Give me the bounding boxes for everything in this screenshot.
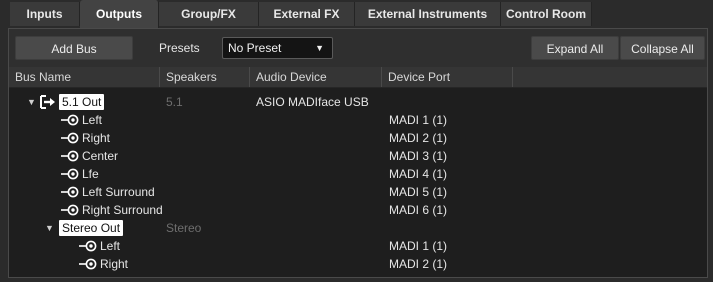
channel-row[interactable]: Center MADI 3 (1) [9, 147, 707, 165]
tab-external-instruments[interactable]: External Instruments [355, 2, 501, 26]
bus-speakers: 5.1 [166, 95, 183, 109]
channel-name: Right [82, 131, 111, 145]
device-port[interactable]: MADI 5 (1) [389, 183, 447, 201]
device-port[interactable]: MADI 4 (1) [389, 165, 447, 183]
port-connector-icon [61, 114, 79, 126]
table-header: Bus Name Speakers Audio Device Device Po… [9, 67, 707, 88]
device-port[interactable]: MADI 1 (1) [389, 111, 447, 129]
device-port[interactable]: MADI 1 (1) [389, 237, 447, 255]
channel-name: Lfe [82, 167, 99, 181]
outputs-panel: Add Bus Presets No Preset ▼ Expand All C… [8, 28, 708, 278]
port-connector-icon [79, 240, 97, 252]
output-arrow-icon [40, 95, 55, 109]
toolbar: Add Bus Presets No Preset ▼ Expand All C… [9, 29, 707, 67]
channel-row[interactable]: Right MADI 2 (1) [9, 129, 707, 147]
tab-bar: Inputs Outputs Group/FX External FX Exte… [0, 0, 713, 28]
channel-name: Right Surround [82, 203, 163, 217]
channel-row[interactable]: Right Surround MADI 6 (1) [9, 201, 707, 219]
column-header-device-port[interactable]: Device Port [382, 67, 513, 87]
preset-select[interactable]: No Preset ▼ [222, 37, 333, 59]
channel-row[interactable]: Right MADI 2 (1) [9, 255, 707, 273]
collapse-all-button[interactable]: Collapse All [620, 36, 705, 60]
tab-external-fx[interactable]: External FX [259, 2, 355, 26]
channel-name: Left [100, 239, 121, 253]
column-header-bus-name[interactable]: Bus Name [9, 67, 160, 87]
tab-outputs[interactable]: Outputs [80, 0, 159, 28]
port-connector-icon [61, 168, 79, 180]
expand-all-button[interactable]: Expand All [531, 36, 619, 60]
device-port[interactable]: MADI 3 (1) [389, 147, 447, 165]
channel-row[interactable]: Left Surround MADI 5 (1) [9, 183, 707, 201]
bus-speakers: Stereo [166, 221, 202, 235]
add-bus-button[interactable]: Add Bus [15, 36, 133, 60]
channel-row[interactable]: Lfe MADI 4 (1) [9, 165, 707, 183]
bus-name[interactable]: Stereo Out [59, 219, 124, 237]
bus-name[interactable]: 5.1 Out [59, 93, 105, 111]
tab-group-fx[interactable]: Group/FX [159, 2, 259, 26]
channel-row[interactable]: Left MADI 1 (1) [9, 111, 707, 129]
port-connector-icon [61, 132, 79, 144]
port-connector-icon [61, 150, 79, 162]
audio-device[interactable]: ASIO MADIface USB [256, 93, 369, 111]
tab-control-room[interactable]: Control Room [501, 2, 592, 26]
preset-value: No Preset [228, 41, 282, 55]
column-header-audio-device[interactable]: Audio Device [250, 67, 382, 87]
device-port[interactable]: MADI 2 (1) [389, 129, 447, 147]
triangle-down-icon[interactable]: ▼ [45, 219, 54, 237]
port-connector-icon [61, 204, 79, 216]
chevron-down-icon: ▼ [315, 43, 324, 53]
device-port[interactable]: MADI 6 (1) [389, 201, 447, 219]
channel-name: Right [100, 257, 129, 271]
port-connector-icon [61, 186, 79, 198]
device-port[interactable]: MADI 2 (1) [389, 255, 447, 273]
channel-name: Center [82, 149, 119, 163]
port-connector-icon [79, 258, 97, 270]
channel-row[interactable]: Left MADI 1 (1) [9, 237, 707, 255]
presets-label: Presets [159, 41, 200, 55]
bus-row[interactable]: ▼ Stereo Out Stereo [9, 219, 707, 237]
column-header-speakers[interactable]: Speakers [160, 67, 250, 87]
bus-row[interactable]: ▼ 5.1 Out 5.1 ASIO MADIface USB [9, 93, 707, 111]
triangle-down-icon[interactable]: ▼ [27, 93, 36, 111]
channel-name: Left [82, 113, 103, 127]
channel-name: Left Surround [82, 185, 155, 199]
tab-inputs[interactable]: Inputs [10, 2, 80, 26]
column-header-empty [513, 67, 707, 87]
